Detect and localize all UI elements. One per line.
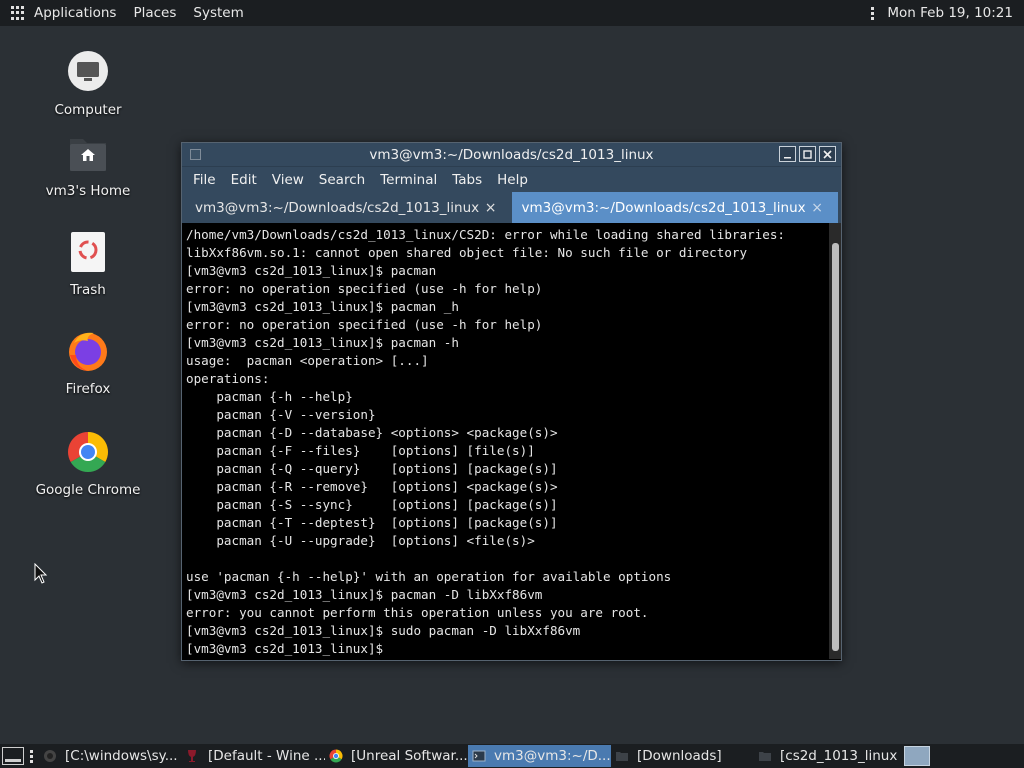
- desktop-icon-chrome[interactable]: Google Chrome: [28, 430, 148, 498]
- task-cs2d-folder[interactable]: [cs2d_1013_linux]: [754, 745, 897, 767]
- scrollbar-thumb[interactable]: [832, 243, 839, 651]
- folder-icon: [615, 749, 629, 763]
- chrome-icon: [66, 430, 110, 474]
- applications-menu[interactable]: Applications: [34, 5, 116, 21]
- tab-bar: vm3@vm3:~/Downloads/cs2d_1013_linux × vm…: [182, 192, 841, 223]
- desktop-icon-label: Firefox: [65, 381, 111, 397]
- firefox-icon: [66, 329, 110, 373]
- tab-close-icon[interactable]: ×: [811, 200, 823, 216]
- task-wine-default[interactable]: [Default - Wine ...: [182, 745, 325, 767]
- system-menu[interactable]: System: [193, 5, 243, 21]
- desktop-icon-home[interactable]: vm3's Home: [28, 131, 148, 199]
- desktop-icon-label: Trash: [70, 282, 106, 298]
- terminal-output: /home/vm3/Downloads/cs2d_1013_linux/CS2D…: [186, 227, 785, 656]
- desktop-icon-label: Computer: [54, 102, 122, 118]
- desktop-icon-firefox[interactable]: Firefox: [28, 329, 148, 397]
- taskbar-handle-icon[interactable]: [30, 749, 33, 763]
- wine-glass-icon: [186, 749, 200, 763]
- task-chrome[interactable]: [Unreal Softwar...: [325, 745, 468, 767]
- menu-view[interactable]: View: [272, 172, 304, 188]
- tab-2[interactable]: vm3@vm3:~/Downloads/cs2d_1013_linux ×: [511, 192, 838, 223]
- wine-console-icon: [43, 749, 57, 763]
- task-terminal[interactable]: vm3@vm3:~/D...: [468, 745, 611, 767]
- task-label: [Default - Wine ...: [208, 748, 325, 764]
- apps-grid-icon[interactable]: [11, 6, 25, 20]
- trash-icon: [66, 230, 110, 274]
- folder-icon: [758, 749, 772, 763]
- terminal-icon: [472, 749, 486, 763]
- task-downloads[interactable]: [Downloads]: [611, 745, 754, 767]
- terminal-menubar: File Edit View Search Terminal Tabs Help: [182, 166, 841, 192]
- task-label: [Downloads]: [637, 748, 722, 764]
- desktop-icon-trash[interactable]: Trash: [28, 230, 148, 298]
- tab-label: vm3@vm3:~/Downloads/cs2d_1013_linux: [195, 199, 480, 216]
- terminal-output-area[interactable]: /home/vm3/Downloads/cs2d_1013_linux/CS2D…: [182, 223, 841, 659]
- workspace-switcher[interactable]: [904, 746, 930, 766]
- tab-1[interactable]: vm3@vm3:~/Downloads/cs2d_1013_linux ×: [185, 192, 512, 223]
- task-label: [cs2d_1013_linux]: [780, 748, 897, 764]
- menu-search[interactable]: Search: [319, 172, 365, 188]
- window-titlebar[interactable]: vm3@vm3:~/Downloads/cs2d_1013_linux: [182, 143, 841, 166]
- scrollbar[interactable]: [829, 223, 841, 659]
- terminal-window[interactable]: vm3@vm3:~/Downloads/cs2d_1013_linux File…: [181, 142, 842, 661]
- chrome-icon: [329, 749, 343, 763]
- menu-tabs[interactable]: Tabs: [452, 172, 482, 188]
- computer-icon: [66, 50, 110, 94]
- mouse-pointer-icon: [34, 563, 48, 584]
- tab-close-icon[interactable]: ×: [485, 200, 497, 216]
- desktop-icon-label: vm3's Home: [45, 183, 131, 199]
- desktop-icon-label: Google Chrome: [35, 482, 141, 498]
- places-menu[interactable]: Places: [133, 5, 176, 21]
- menu-file[interactable]: File: [193, 172, 216, 188]
- task-label: vm3@vm3:~/D...: [494, 748, 611, 764]
- taskbar: [C:\windows\sy... [Default - Wine ... [U…: [0, 744, 1024, 768]
- window-title: vm3@vm3:~/Downloads/cs2d_1013_linux: [369, 146, 654, 163]
- tab-label: vm3@vm3:~/Downloads/cs2d_1013_linux: [521, 199, 806, 216]
- menu-help[interactable]: Help: [497, 172, 528, 188]
- home-folder-icon: [66, 131, 110, 175]
- desktop-icon-computer[interactable]: Computer: [28, 50, 148, 118]
- minimize-button[interactable]: [779, 146, 796, 162]
- panel-menu-icon[interactable]: [871, 6, 875, 20]
- task-wine-console[interactable]: [C:\windows\sy...: [39, 745, 182, 767]
- task-label: [C:\windows\sy...: [65, 748, 178, 764]
- window-menu-icon[interactable]: [190, 149, 201, 160]
- show-desktop-icon[interactable]: [2, 747, 24, 765]
- maximize-button[interactable]: [799, 146, 816, 162]
- top-panel: Applications Places System Mon Feb 19, 1…: [0, 0, 1024, 26]
- clock[interactable]: Mon Feb 19, 10:21: [887, 5, 1013, 21]
- menu-terminal[interactable]: Terminal: [380, 172, 437, 188]
- menu-edit[interactable]: Edit: [231, 172, 257, 188]
- task-label: [Unreal Softwar...: [351, 748, 468, 764]
- close-button[interactable]: [819, 146, 836, 162]
